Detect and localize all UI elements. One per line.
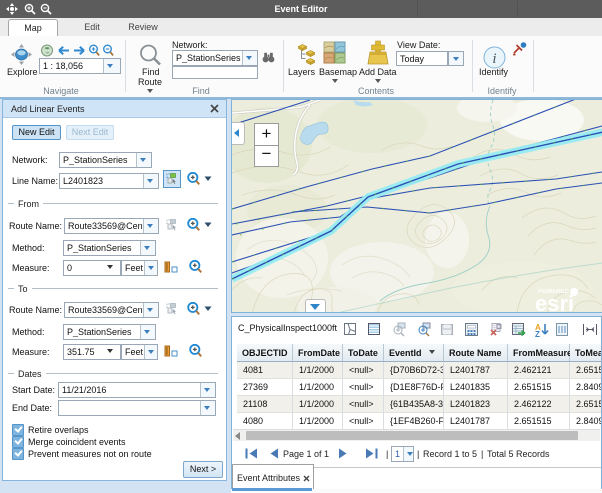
svg-text:esri: esri xyxy=(535,291,574,313)
svg-text:i: i xyxy=(492,51,496,67)
svg-text:Z: Z xyxy=(535,330,540,337)
